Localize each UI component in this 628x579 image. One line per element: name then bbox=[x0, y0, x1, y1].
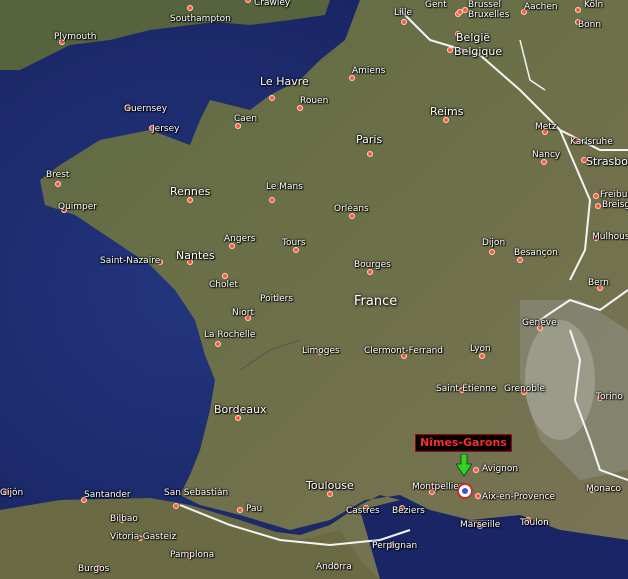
city-label[interactable]: Karlsruhe bbox=[570, 137, 613, 147]
city-label[interactable]: Angers bbox=[224, 234, 256, 244]
city-label[interactable]: Toulouse bbox=[306, 480, 354, 492]
city-label[interactable]: Le Havre bbox=[260, 76, 309, 88]
city-label[interactable]: Paris bbox=[356, 134, 382, 146]
city-dot-icon[interactable] bbox=[447, 47, 453, 53]
city-dot-icon[interactable] bbox=[475, 493, 481, 499]
city-label[interactable]: San Sebastián bbox=[164, 488, 228, 498]
city-label[interactable]: Clermont-Ferrand bbox=[364, 346, 443, 356]
city-label[interactable]: Guernsey bbox=[124, 104, 167, 114]
city-label[interactable]: Lille bbox=[394, 8, 412, 18]
city-label[interactable]: Saint-Nazaire bbox=[100, 256, 160, 266]
city-label[interactable]: Grenoble bbox=[504, 384, 545, 394]
city-label[interactable]: Nantes bbox=[176, 250, 215, 262]
city-label[interactable]: Bruxelles bbox=[468, 10, 509, 20]
city-label[interactable]: Montpellier bbox=[412, 482, 463, 492]
city-label[interactable]: Poitiers bbox=[260, 294, 293, 304]
city-label[interactable]: Béziers bbox=[392, 506, 425, 516]
city-label[interactable]: Southampton bbox=[170, 14, 231, 24]
city-label[interactable]: Jersey bbox=[152, 124, 179, 134]
city-label[interactable]: Toulon bbox=[520, 518, 549, 528]
city-label[interactable]: Besançon bbox=[514, 248, 558, 258]
city-label[interactable]: Monaco bbox=[586, 484, 621, 494]
city-label[interactable]: Brest bbox=[46, 170, 69, 180]
city-dot-icon[interactable] bbox=[367, 151, 373, 157]
satellite-map[interactable]: France Southampton Crawley Plymouth Lille Ge… bbox=[0, 0, 628, 579]
city-label[interactable]: Metz bbox=[535, 122, 557, 132]
city-dot-icon[interactable] bbox=[489, 249, 495, 255]
city-dot-icon[interactable] bbox=[173, 503, 179, 509]
city-label[interactable]: Brussel bbox=[468, 0, 501, 10]
city-label[interactable]: Strasbourg bbox=[586, 156, 628, 168]
city-label[interactable]: Reims bbox=[430, 106, 463, 118]
city-label[interactable]: Bilbao bbox=[110, 514, 138, 524]
city-label[interactable]: Castres bbox=[346, 506, 380, 516]
city-label[interactable]: Freiburg bbox=[600, 190, 628, 200]
city-label[interactable]: Lyon bbox=[470, 344, 491, 354]
city-label[interactable]: Plymouth bbox=[54, 32, 96, 42]
city-label[interactable]: Gent bbox=[425, 0, 447, 10]
country-label-france: France bbox=[354, 294, 398, 309]
city-label[interactable]: Belgique bbox=[454, 46, 502, 58]
city-label[interactable]: Orléans bbox=[334, 204, 369, 214]
city-label[interactable]: Bourges bbox=[354, 260, 391, 270]
city-label[interactable]: Tours bbox=[282, 238, 306, 248]
city-label[interactable]: Cholet bbox=[209, 280, 238, 290]
city-label[interactable]: Aachen bbox=[524, 2, 558, 12]
city-label[interactable]: Andorra bbox=[316, 562, 352, 572]
city-label[interactable]: Rennes bbox=[170, 186, 210, 198]
city-label[interactable]: Saint-Étienne bbox=[436, 384, 496, 394]
city-label[interactable]: Genève bbox=[522, 318, 557, 328]
city-label[interactable]: Burgos bbox=[78, 564, 109, 574]
city-label[interactable]: Santander bbox=[84, 490, 131, 500]
airport-icon[interactable] bbox=[457, 483, 473, 499]
city-label[interactable]: Avignon bbox=[482, 464, 518, 474]
city-dot-icon[interactable] bbox=[215, 341, 221, 347]
city-label[interactable]: Marseille bbox=[460, 520, 500, 530]
city-label[interactable]: Quimper bbox=[58, 202, 97, 212]
city-label[interactable]: Aix-en-Provence bbox=[482, 492, 555, 502]
city-label[interactable]: Crawley bbox=[254, 0, 290, 8]
airport-marker-arrow-icon[interactable] bbox=[456, 454, 472, 478]
city-label[interactable]: Dijon bbox=[482, 238, 505, 248]
city-label[interactable]: La Rochelle bbox=[204, 330, 255, 340]
city-label[interactable]: Bern bbox=[588, 278, 609, 288]
city-dot-icon[interactable] bbox=[457, 9, 463, 15]
city-label[interactable]: Niort bbox=[232, 308, 254, 318]
city-label[interactable]: Perpignan bbox=[372, 541, 417, 551]
city-label[interactable]: Le Mans bbox=[266, 182, 303, 192]
city-label[interactable]: Limoges bbox=[302, 346, 340, 356]
city-dot-icon[interactable] bbox=[55, 181, 61, 187]
city-dot-icon[interactable] bbox=[222, 273, 228, 279]
city-label[interactable]: Torino bbox=[596, 392, 623, 402]
city-dot-icon[interactable] bbox=[269, 95, 275, 101]
city-label[interactable]: Caen bbox=[234, 114, 257, 124]
city-dot-icon[interactable] bbox=[237, 507, 243, 513]
city-label[interactable]: België bbox=[456, 32, 490, 44]
city-dot-icon[interactable] bbox=[269, 197, 275, 203]
city-label[interactable]: Vitoria-Gasteiz bbox=[110, 532, 176, 542]
city-dot-icon[interactable] bbox=[593, 193, 599, 199]
city-label[interactable]: Bordeaux bbox=[214, 404, 267, 416]
city-label[interactable]: Mulhouse bbox=[592, 232, 628, 242]
city-label[interactable]: Amiens bbox=[352, 66, 385, 76]
city-label[interactable]: Pamplona bbox=[170, 550, 214, 560]
city-dot-icon[interactable] bbox=[401, 19, 407, 25]
airport-marker-label[interactable]: Nîmes-Garons bbox=[415, 434, 512, 452]
city-dot-icon[interactable] bbox=[187, 5, 193, 11]
city-dot-icon[interactable] bbox=[575, 7, 581, 13]
city-label[interactable]: Rouen bbox=[300, 96, 328, 106]
city-label[interactable]: Köln bbox=[584, 0, 603, 10]
city-label[interactable]: Pau bbox=[246, 504, 262, 514]
city-label[interactable]: Nancy bbox=[532, 150, 560, 160]
city-dot-icon[interactable] bbox=[473, 467, 479, 473]
city-label[interactable]: Bonn bbox=[578, 20, 601, 30]
city-label[interactable]: Breisgau bbox=[602, 200, 628, 210]
city-dot-icon[interactable] bbox=[595, 203, 601, 209]
city-label[interactable]: Gijón bbox=[0, 488, 23, 498]
